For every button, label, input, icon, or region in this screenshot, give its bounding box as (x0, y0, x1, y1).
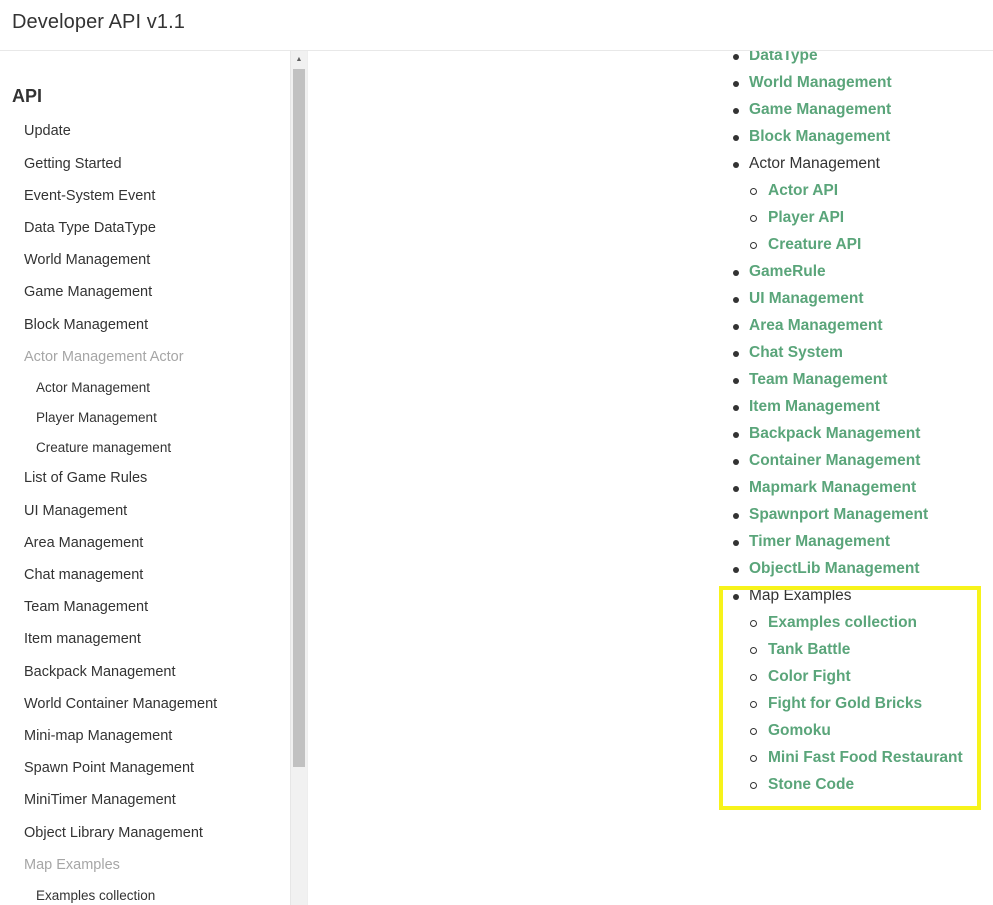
page-title: Developer API v1.1 (12, 11, 186, 33)
toc-link-mini-fast-food-restaurant[interactable]: Mini Fast Food Restaurant (768, 749, 963, 767)
sidebar-subitem-actor-management[interactable]: Actor Management (36, 380, 150, 395)
toc-link-creature-api[interactable]: Creature API (768, 236, 861, 254)
sidebar-group-actor-management: Actor Management Actor (24, 349, 184, 365)
sidebar-item-game-management[interactable]: Game Management (24, 284, 152, 300)
bullet-disc-icon (733, 162, 739, 168)
sidebar-item-area-management[interactable]: Area Management (24, 535, 143, 551)
bullet-circle-icon (750, 215, 757, 222)
bullet-circle-icon (750, 647, 757, 654)
bullet-circle-icon (750, 674, 757, 681)
sidebar-subitem-examples-collection[interactable]: Examples collection (36, 888, 155, 903)
bullet-disc-icon (733, 81, 739, 87)
sidebar-item-block-management[interactable]: Block Management (24, 317, 148, 333)
scrollbar-thumb[interactable] (293, 69, 305, 767)
bullet-disc-icon (733, 513, 739, 519)
bullet-circle-icon (750, 782, 757, 789)
bullet-disc-icon (733, 540, 739, 546)
sidebar-item-item-management[interactable]: Item management (24, 631, 141, 647)
toc-link-item-management[interactable]: Item Management (749, 398, 880, 416)
sidebar-item-minimap-management[interactable]: Mini-map Management (24, 728, 172, 744)
bullet-circle-icon (750, 701, 757, 708)
toc-link-ui-management[interactable]: UI Management (749, 290, 864, 308)
bullet-disc-icon (733, 432, 739, 438)
bullet-disc-icon (733, 351, 739, 357)
bullet-disc-icon (733, 459, 739, 465)
sidebar-item-game-rules[interactable]: List of Game Rules (24, 470, 147, 486)
bullet-disc-icon (733, 54, 739, 60)
toc-link-actor-api[interactable]: Actor API (768, 182, 838, 200)
sidebar-item-backpack-management[interactable]: Backpack Management (24, 664, 176, 680)
bullet-disc-icon (733, 405, 739, 411)
bullet-disc-icon (733, 324, 739, 330)
toc-section-actor-management: Actor Management (749, 155, 880, 172)
sidebar-item-event-system[interactable]: Event-System Event (24, 188, 155, 204)
toc-link-examples-collection[interactable]: Examples collection (768, 614, 917, 632)
bullet-disc-icon (733, 297, 739, 303)
toc-link-gamerule[interactable]: GameRule (749, 263, 826, 281)
toc-link-area-management[interactable]: Area Management (749, 317, 883, 335)
sidebar-item-minitimer-management[interactable]: MiniTimer Management (24, 792, 176, 808)
sidebar-subitem-player-management[interactable]: Player Management (36, 410, 157, 425)
toc-link-block-management[interactable]: Block Management (749, 128, 890, 146)
toc-link-chat-system[interactable]: Chat System (749, 344, 843, 362)
sidebar-item-update[interactable]: Update (24, 123, 71, 139)
toc-link-gomoku[interactable]: Gomoku (768, 722, 831, 740)
bullet-circle-icon (750, 755, 757, 762)
top-header: Developer API v1.1 (0, 0, 993, 51)
bullet-disc-icon (733, 378, 739, 384)
toc-link-world-management[interactable]: World Management (749, 74, 892, 92)
bullet-disc-icon (733, 108, 739, 114)
sidebar-subitem-creature-management[interactable]: Creature management (36, 440, 171, 455)
toc-link-fight-for-gold-bricks[interactable]: Fight for Gold Bricks (768, 695, 922, 713)
sidebar-item-world-management[interactable]: World Management (24, 252, 150, 268)
toc-link-container-management[interactable]: Container Management (749, 452, 920, 470)
bullet-disc-icon (733, 594, 739, 600)
sidebar-item-team-management[interactable]: Team Management (24, 599, 148, 615)
bullet-circle-icon (750, 728, 757, 735)
toc-link-tank-battle[interactable]: Tank Battle (768, 641, 850, 659)
sidebar-item-getting-started[interactable]: Getting Started (24, 156, 122, 172)
bullet-circle-icon (750, 242, 757, 249)
sidebar-heading: API (12, 86, 43, 106)
sidebar-item-data-type[interactable]: Data Type DataType (24, 220, 156, 236)
toc-link-spawnport-management[interactable]: Spawnport Management (749, 506, 928, 524)
toc-link-objectlib-management[interactable]: ObjectLib Management (749, 560, 920, 578)
toc-link-datatype[interactable]: DataType (749, 51, 818, 65)
bullet-disc-icon (733, 567, 739, 573)
toc-section-map-examples: Map Examples (749, 587, 852, 604)
bullet-circle-icon (750, 620, 757, 627)
toc-link-game-management[interactable]: Game Management (749, 101, 891, 119)
sidebar-item-world-container-management[interactable]: World Container Management (24, 696, 217, 712)
sidebar-group-map-examples: Map Examples (24, 857, 120, 873)
bullet-circle-icon (750, 188, 757, 195)
toc-link-stone-code[interactable]: Stone Code (768, 776, 854, 794)
scroll-up-arrow-icon[interactable]: ▲ (291, 55, 307, 65)
toc-link-player-api[interactable]: Player API (768, 209, 844, 227)
sidebar-item-chat-management[interactable]: Chat management (24, 567, 143, 583)
sidebar-scrollbar[interactable]: ▲ (291, 51, 307, 905)
toc-link-timer-management[interactable]: Timer Management (749, 533, 890, 551)
sidebar-item-spawn-point-management[interactable]: Spawn Point Management (24, 760, 194, 776)
bullet-disc-icon (733, 270, 739, 276)
bullet-disc-icon (733, 486, 739, 492)
toc-link-color-fight[interactable]: Color Fight (768, 668, 851, 686)
bullet-disc-icon (733, 135, 739, 141)
sidebar-item-object-library-management[interactable]: Object Library Management (24, 825, 203, 841)
toc-link-team-management[interactable]: Team Management (749, 371, 887, 389)
main-content: DataType World Management Game Managemen… (308, 51, 993, 905)
sidebar-nav: API Update Getting Started Event-System … (0, 51, 290, 905)
toc-link-backpack-management[interactable]: Backpack Management (749, 425, 920, 443)
sidebar-item-ui-management[interactable]: UI Management (24, 503, 127, 519)
toc-link-mapmark-management[interactable]: Mapmark Management (749, 479, 916, 497)
